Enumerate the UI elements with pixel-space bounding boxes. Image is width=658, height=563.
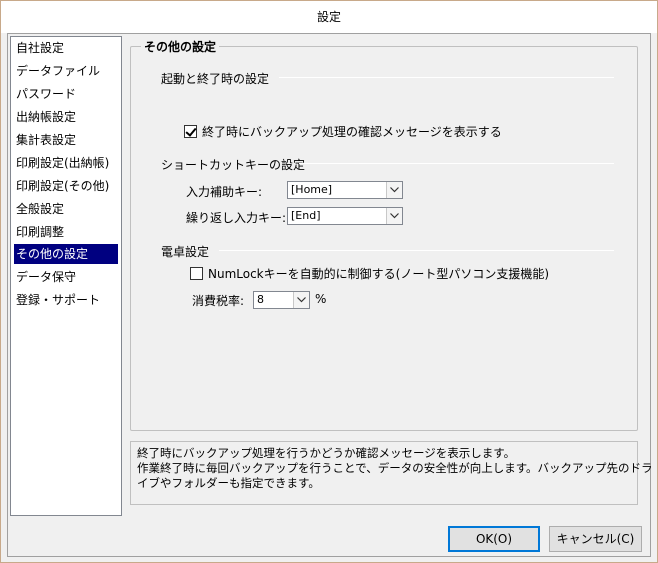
chevron-down-icon[interactable] xyxy=(293,292,309,308)
shortcut-section-label: ショートカットキーの設定 xyxy=(161,158,306,172)
cancel-button[interactable]: キャンセル(C) xyxy=(549,526,642,552)
sidebar-item-print-other[interactable]: 印刷設定(その他) xyxy=(14,176,118,196)
description-line: 作業終了時に毎回バックアップを行うことで、データの安全性が向上します。バックアッ… xyxy=(137,461,653,475)
sidebar-item-cashbook[interactable]: 出納帳設定 xyxy=(14,107,118,127)
tax-rate-unit: % xyxy=(315,292,327,306)
tax-rate-value: 8 xyxy=(257,293,264,306)
input-assist-key-select[interactable]: [Home] xyxy=(287,181,403,199)
dialog-body: 自社設定 データファイル パスワード 出納帳設定 集計表設定 印刷設定(出納帳)… xyxy=(7,33,653,557)
tax-rate-select[interactable]: 8 xyxy=(253,291,310,309)
backup-confirm-label[interactable]: 終了時にバックアップ処理の確認メッセージを表示する xyxy=(202,125,502,139)
settings-category-list[interactable]: 自社設定 データファイル パスワード 出納帳設定 集計表設定 印刷設定(出納帳)… xyxy=(10,36,122,516)
section-divider xyxy=(279,77,614,78)
numlock-checkbox[interactable] xyxy=(190,267,203,280)
repeat-input-key-select[interactable]: [End] xyxy=(287,207,403,225)
chevron-down-icon[interactable] xyxy=(386,208,402,224)
section-divider xyxy=(299,163,614,164)
sidebar-item-company[interactable]: 自社設定 xyxy=(14,38,118,58)
sidebar-item-data-file[interactable]: データファイル xyxy=(14,61,118,81)
sidebar-item-general[interactable]: 全般設定 xyxy=(14,199,118,219)
dialog-title: 設定 xyxy=(1,1,657,33)
chevron-down-icon[interactable] xyxy=(386,182,402,198)
sidebar-item-print-cashbook[interactable]: 印刷設定(出納帳) xyxy=(14,153,118,173)
backup-confirm-row[interactable]: 終了時にバックアップ処理の確認メッセージを表示する xyxy=(184,123,502,140)
calculator-section-label: 電卓設定 xyxy=(161,245,210,259)
description-line: イブやフォルダーも指定できます。 xyxy=(137,476,320,490)
section-divider xyxy=(219,250,614,251)
sidebar-item-other-settings[interactable]: その他の設定 xyxy=(14,244,118,264)
numlock-label[interactable]: NumLockキーを自動的に制御する(ノート型パソコン支援機能) xyxy=(208,267,549,281)
sidebar-item-password[interactable]: パスワード xyxy=(14,84,118,104)
repeat-input-key-label: 繰り返し入力キー: xyxy=(186,211,287,225)
sidebar-item-registration-support[interactable]: 登録・サポート xyxy=(14,290,118,310)
group-title: その他の設定 xyxy=(141,38,220,55)
description-line: 終了時にバックアップ処理を行うかどうか確認メッセージを表示します。 xyxy=(137,446,516,460)
backup-confirm-checkbox[interactable] xyxy=(184,125,197,138)
repeat-input-key-value: [End] xyxy=(291,209,321,222)
description-box: 終了時にバックアップ処理を行うかどうか確認メッセージを表示します。 作業終了時に… xyxy=(130,441,653,505)
settings-dialog: 設定 自社設定 データファイル パスワード 出納帳設定 集計表設定 印刷設定(出… xyxy=(0,0,658,563)
tax-rate-label: 消費税率: xyxy=(192,294,245,308)
startup-section-label: 起動と終了時の設定 xyxy=(161,72,270,86)
numlock-row[interactable]: NumLockキーを自動的に制御する(ノート型パソコン支援機能) xyxy=(190,265,549,282)
sidebar-item-data-maintenance[interactable]: データ保守 xyxy=(14,267,118,287)
sidebar-item-print-adjust[interactable]: 印刷調整 xyxy=(14,222,118,242)
other-settings-group: その他の設定 起動と終了時の設定 終了時にバックアップ処理の確認メッセージを表示… xyxy=(130,38,638,431)
sidebar-item-summary[interactable]: 集計表設定 xyxy=(14,130,118,150)
input-assist-key-label: 入力補助キー: xyxy=(186,185,263,199)
ok-button[interactable]: OK(O) xyxy=(448,526,540,552)
input-assist-key-value: [Home] xyxy=(291,183,333,196)
